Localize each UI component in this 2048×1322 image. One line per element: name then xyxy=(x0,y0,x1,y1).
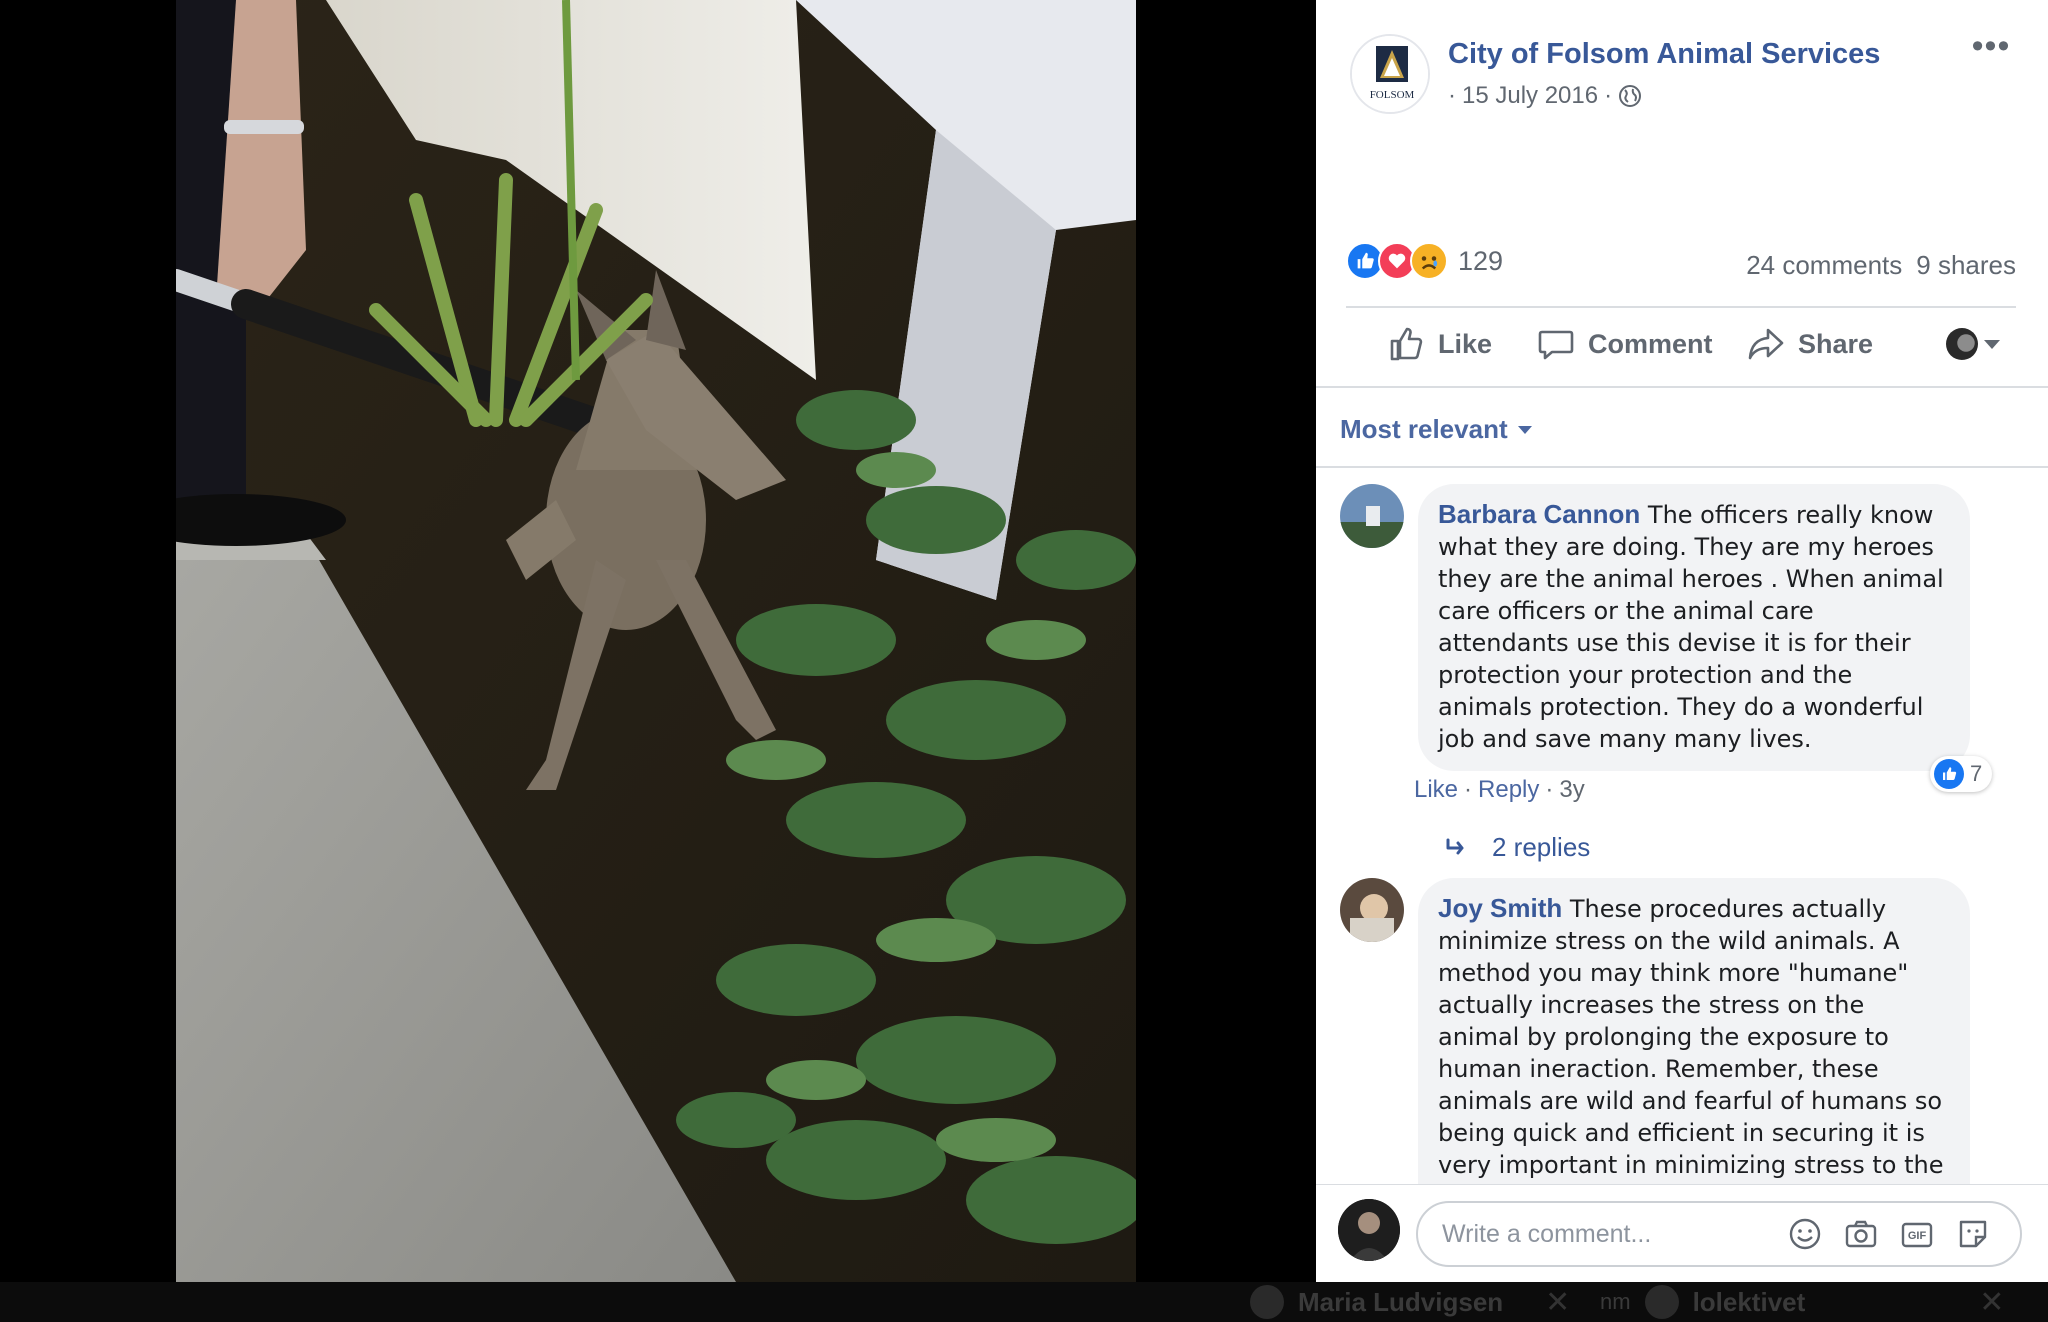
comment-author[interactable]: Barbara Cannon xyxy=(1438,499,1640,529)
page-name[interactable]: City of Folsom Animal Services xyxy=(1448,38,1880,71)
divider xyxy=(1316,386,2048,388)
comment-composer: GIF xyxy=(1316,1184,2048,1282)
composer-tools: GIF xyxy=(1786,1215,1992,1253)
meta-separator: · xyxy=(1545,776,1554,803)
comment-button-label: Comment xyxy=(1588,328,1713,359)
emoji-button[interactable] xyxy=(1786,1215,1824,1253)
page-avatar[interactable]: FOLSOM xyxy=(1350,34,1430,114)
post-meta: · 15 July 2016 · xyxy=(1448,82,1642,110)
comment-bubble: Barbara Cannon The officers really know … xyxy=(1418,484,1970,771)
camera-icon xyxy=(1845,1220,1877,1248)
gif-button[interactable]: GIF xyxy=(1898,1215,1936,1253)
meta-separator: · xyxy=(1604,82,1613,109)
comment-button[interactable]: Comment xyxy=(1536,324,1713,364)
commenter-avatar[interactable] xyxy=(1340,878,1404,942)
like-button-label: Like xyxy=(1438,328,1493,359)
more-options-button[interactable]: ••• xyxy=(1966,29,2016,72)
folsom-logo-icon: FOLSOM xyxy=(1352,36,1428,112)
comment-age[interactable]: 3y xyxy=(1559,776,1584,804)
comment-likes-badge[interactable]: 7 xyxy=(1930,756,1993,792)
comment-text: The officers really know what they are d… xyxy=(1438,501,1944,753)
coyote-photo-illustration xyxy=(176,0,1136,1282)
reactions-summary[interactable]: 129 xyxy=(1346,242,1503,280)
comment-filter-label: Most relevant xyxy=(1340,414,1508,444)
comments-count[interactable]: 24 comments xyxy=(1746,250,1902,281)
post-panel: FOLSOM City of Folsom Animal Services · … xyxy=(1316,0,2048,1282)
comment-filter-dropdown[interactable]: Most relevant xyxy=(1340,414,1532,445)
post-as-selector[interactable] xyxy=(1946,328,2000,360)
meta-separator: · xyxy=(1464,776,1473,803)
chat-avatar xyxy=(1644,1285,1679,1319)
gif-label: GIF xyxy=(1908,1230,1927,1242)
chevron-down-icon xyxy=(1517,425,1532,434)
like-button[interactable]: Like xyxy=(1386,324,1492,364)
comment-text: These procedures actually minimize stres… xyxy=(1438,895,1944,1179)
chat-tab-name: lolektivet xyxy=(1692,1286,1806,1317)
sticker-icon xyxy=(1959,1220,1987,1248)
comment-likes-count: 7 xyxy=(1970,761,1983,786)
post-photo[interactable] xyxy=(176,0,1136,1282)
viewer-avatar xyxy=(1946,328,1978,360)
post-date[interactable]: 15 July 2016 xyxy=(1462,82,1598,110)
post-header: FOLSOM City of Folsom Animal Services · … xyxy=(1316,0,2048,240)
close-icon[interactable]: ✕ xyxy=(1545,1285,1570,1320)
stats-row: 129 24 comments 9 shares xyxy=(1346,238,2016,294)
shares-count[interactable]: 9 shares xyxy=(1916,250,2016,281)
avatar-logo-text: FOLSOM xyxy=(1370,89,1415,101)
comment-reply-link[interactable]: Reply xyxy=(1478,776,1539,804)
smiley-icon xyxy=(1789,1218,1821,1250)
post-actions: Like Comment Share xyxy=(1346,318,2016,378)
sad-reaction-icon xyxy=(1410,242,1448,280)
chat-tab-lolektivet[interactable]: nm lolektivet ✕ xyxy=(1600,1282,2004,1322)
chat-tab-maria[interactable]: Maria Ludvigsen ✕ xyxy=(1250,1282,1570,1322)
replies-count-label: 2 replies xyxy=(1492,832,1591,862)
comment-bubble: Joy Smith These procedures actually mini… xyxy=(1418,878,1970,1208)
chat-bar: Maria Ludvigsen ✕ nm lolektivet ✕ xyxy=(0,1282,2048,1322)
divider xyxy=(1346,306,2016,308)
comment-author[interactable]: Joy Smith xyxy=(1438,893,1562,923)
engagement-counts: 24 comments 9 shares xyxy=(1746,250,2016,281)
comment-like-link[interactable]: Like xyxy=(1414,776,1458,804)
thumbs-up-icon xyxy=(1390,327,1423,361)
view-replies-button[interactable]: 2 replies xyxy=(1444,832,1590,863)
chat-avatar xyxy=(1250,1285,1284,1319)
divider xyxy=(1316,466,2048,468)
share-arrow-icon xyxy=(1748,328,1784,360)
chat-tab-prefix: nm xyxy=(1600,1289,1631,1314)
my-avatar[interactable] xyxy=(1338,1199,1400,1261)
like-reaction-icon xyxy=(1934,759,1964,789)
reaction-count: 129 xyxy=(1458,245,1504,276)
close-icon[interactable]: ✕ xyxy=(1979,1285,2004,1320)
chevron-down-icon xyxy=(1984,339,2000,349)
comment-meta: Like · Reply · 3y xyxy=(1414,776,1585,804)
photo-button[interactable] xyxy=(1842,1215,1880,1253)
chat-tab-name: Maria Ludvigsen xyxy=(1298,1286,1504,1317)
share-button[interactable]: Share xyxy=(1746,324,1873,364)
meta-separator: · xyxy=(1448,82,1456,109)
gif-icon: GIF xyxy=(1901,1222,1933,1248)
commenter-avatar[interactable] xyxy=(1340,484,1404,548)
speech-bubble-icon xyxy=(1538,330,1574,360)
share-button-label: Share xyxy=(1798,328,1874,359)
globe-icon xyxy=(1619,85,1642,107)
sticker-button[interactable] xyxy=(1954,1215,1992,1253)
reply-arrow-icon xyxy=(1446,838,1464,854)
